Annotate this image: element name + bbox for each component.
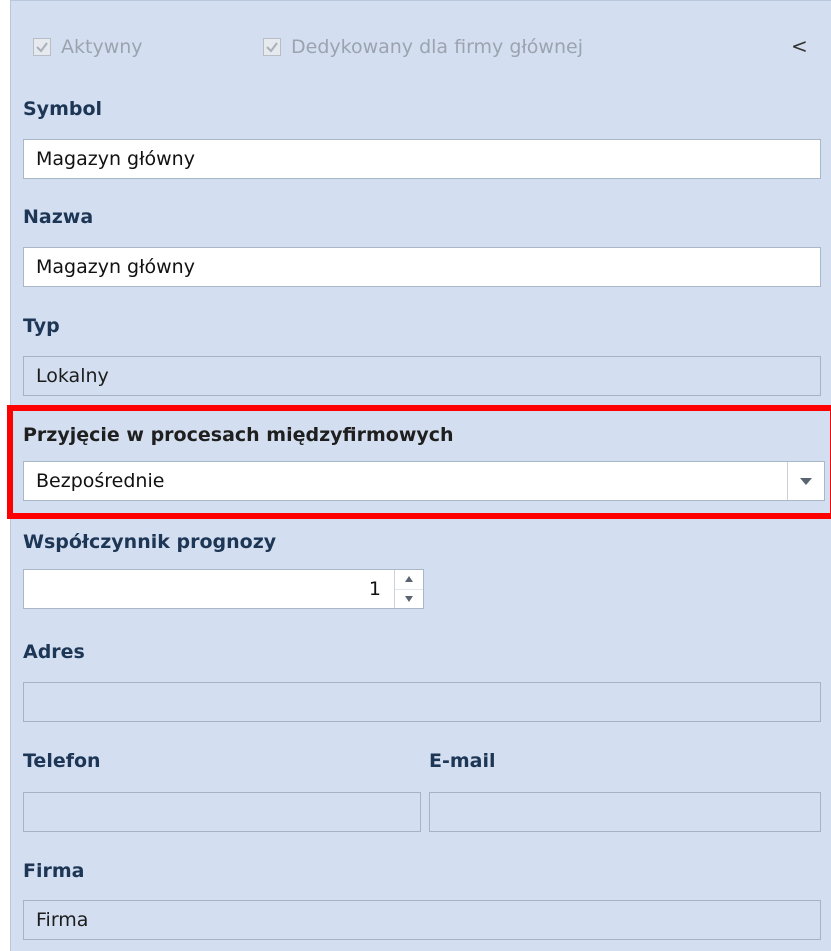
stepper-down-button[interactable] [395,590,423,609]
nazwa-label: Nazwa [23,206,94,228]
dedykowany-checkbox-row[interactable]: Dedykowany dla firmy głównej [263,36,583,58]
properties-panel: Aktywny Dedykowany dla firmy głównej < S… [7,0,831,951]
wspolczynnik-value: 1 [368,578,381,600]
typ-label: Typ [23,315,60,337]
stepper-buttons [394,570,423,608]
email-label: E-mail [429,750,496,772]
firma-field: Firma [23,900,821,940]
firma-label: Firma [23,860,85,882]
stepper-up-button[interactable] [395,570,423,590]
aktywny-checkbox-row[interactable]: Aktywny [33,36,143,58]
email-field [429,792,821,832]
symbol-input[interactable]: Magazyn główny [23,139,821,179]
aktywny-label: Aktywny [61,36,143,58]
aktywny-checkbox[interactable] [33,38,51,56]
dedykowany-checkbox[interactable] [263,38,281,56]
przyjecie-label: Przyjęcie w procesach międzyfirmowych [23,424,454,446]
chevron-down-icon [800,478,812,485]
wspolczynnik-stepper[interactable]: 1 [23,569,424,609]
arrow-down-icon [405,595,413,602]
checkmark-icon [266,42,278,53]
typ-field: Lokalny [23,356,821,396]
dedykowany-label: Dedykowany dla firmy głównej [291,36,583,58]
nazwa-input[interactable]: Magazyn główny [23,247,821,287]
telefon-label: Telefon [23,750,101,772]
checkmark-icon [36,42,48,53]
adres-field [23,682,821,722]
symbol-label: Symbol [23,98,103,120]
wspolczynnik-label: Współczynnik prognozy [23,531,277,553]
chevron-left-icon[interactable]: < [791,34,808,58]
przyjecie-dropdown[interactable]: Bezpośrednie [23,461,825,501]
arrow-up-icon [405,576,413,583]
telefon-field [23,792,421,832]
dropdown-button[interactable] [787,462,824,500]
adres-label: Adres [23,641,85,663]
przyjecie-value: Bezpośrednie [36,470,165,492]
